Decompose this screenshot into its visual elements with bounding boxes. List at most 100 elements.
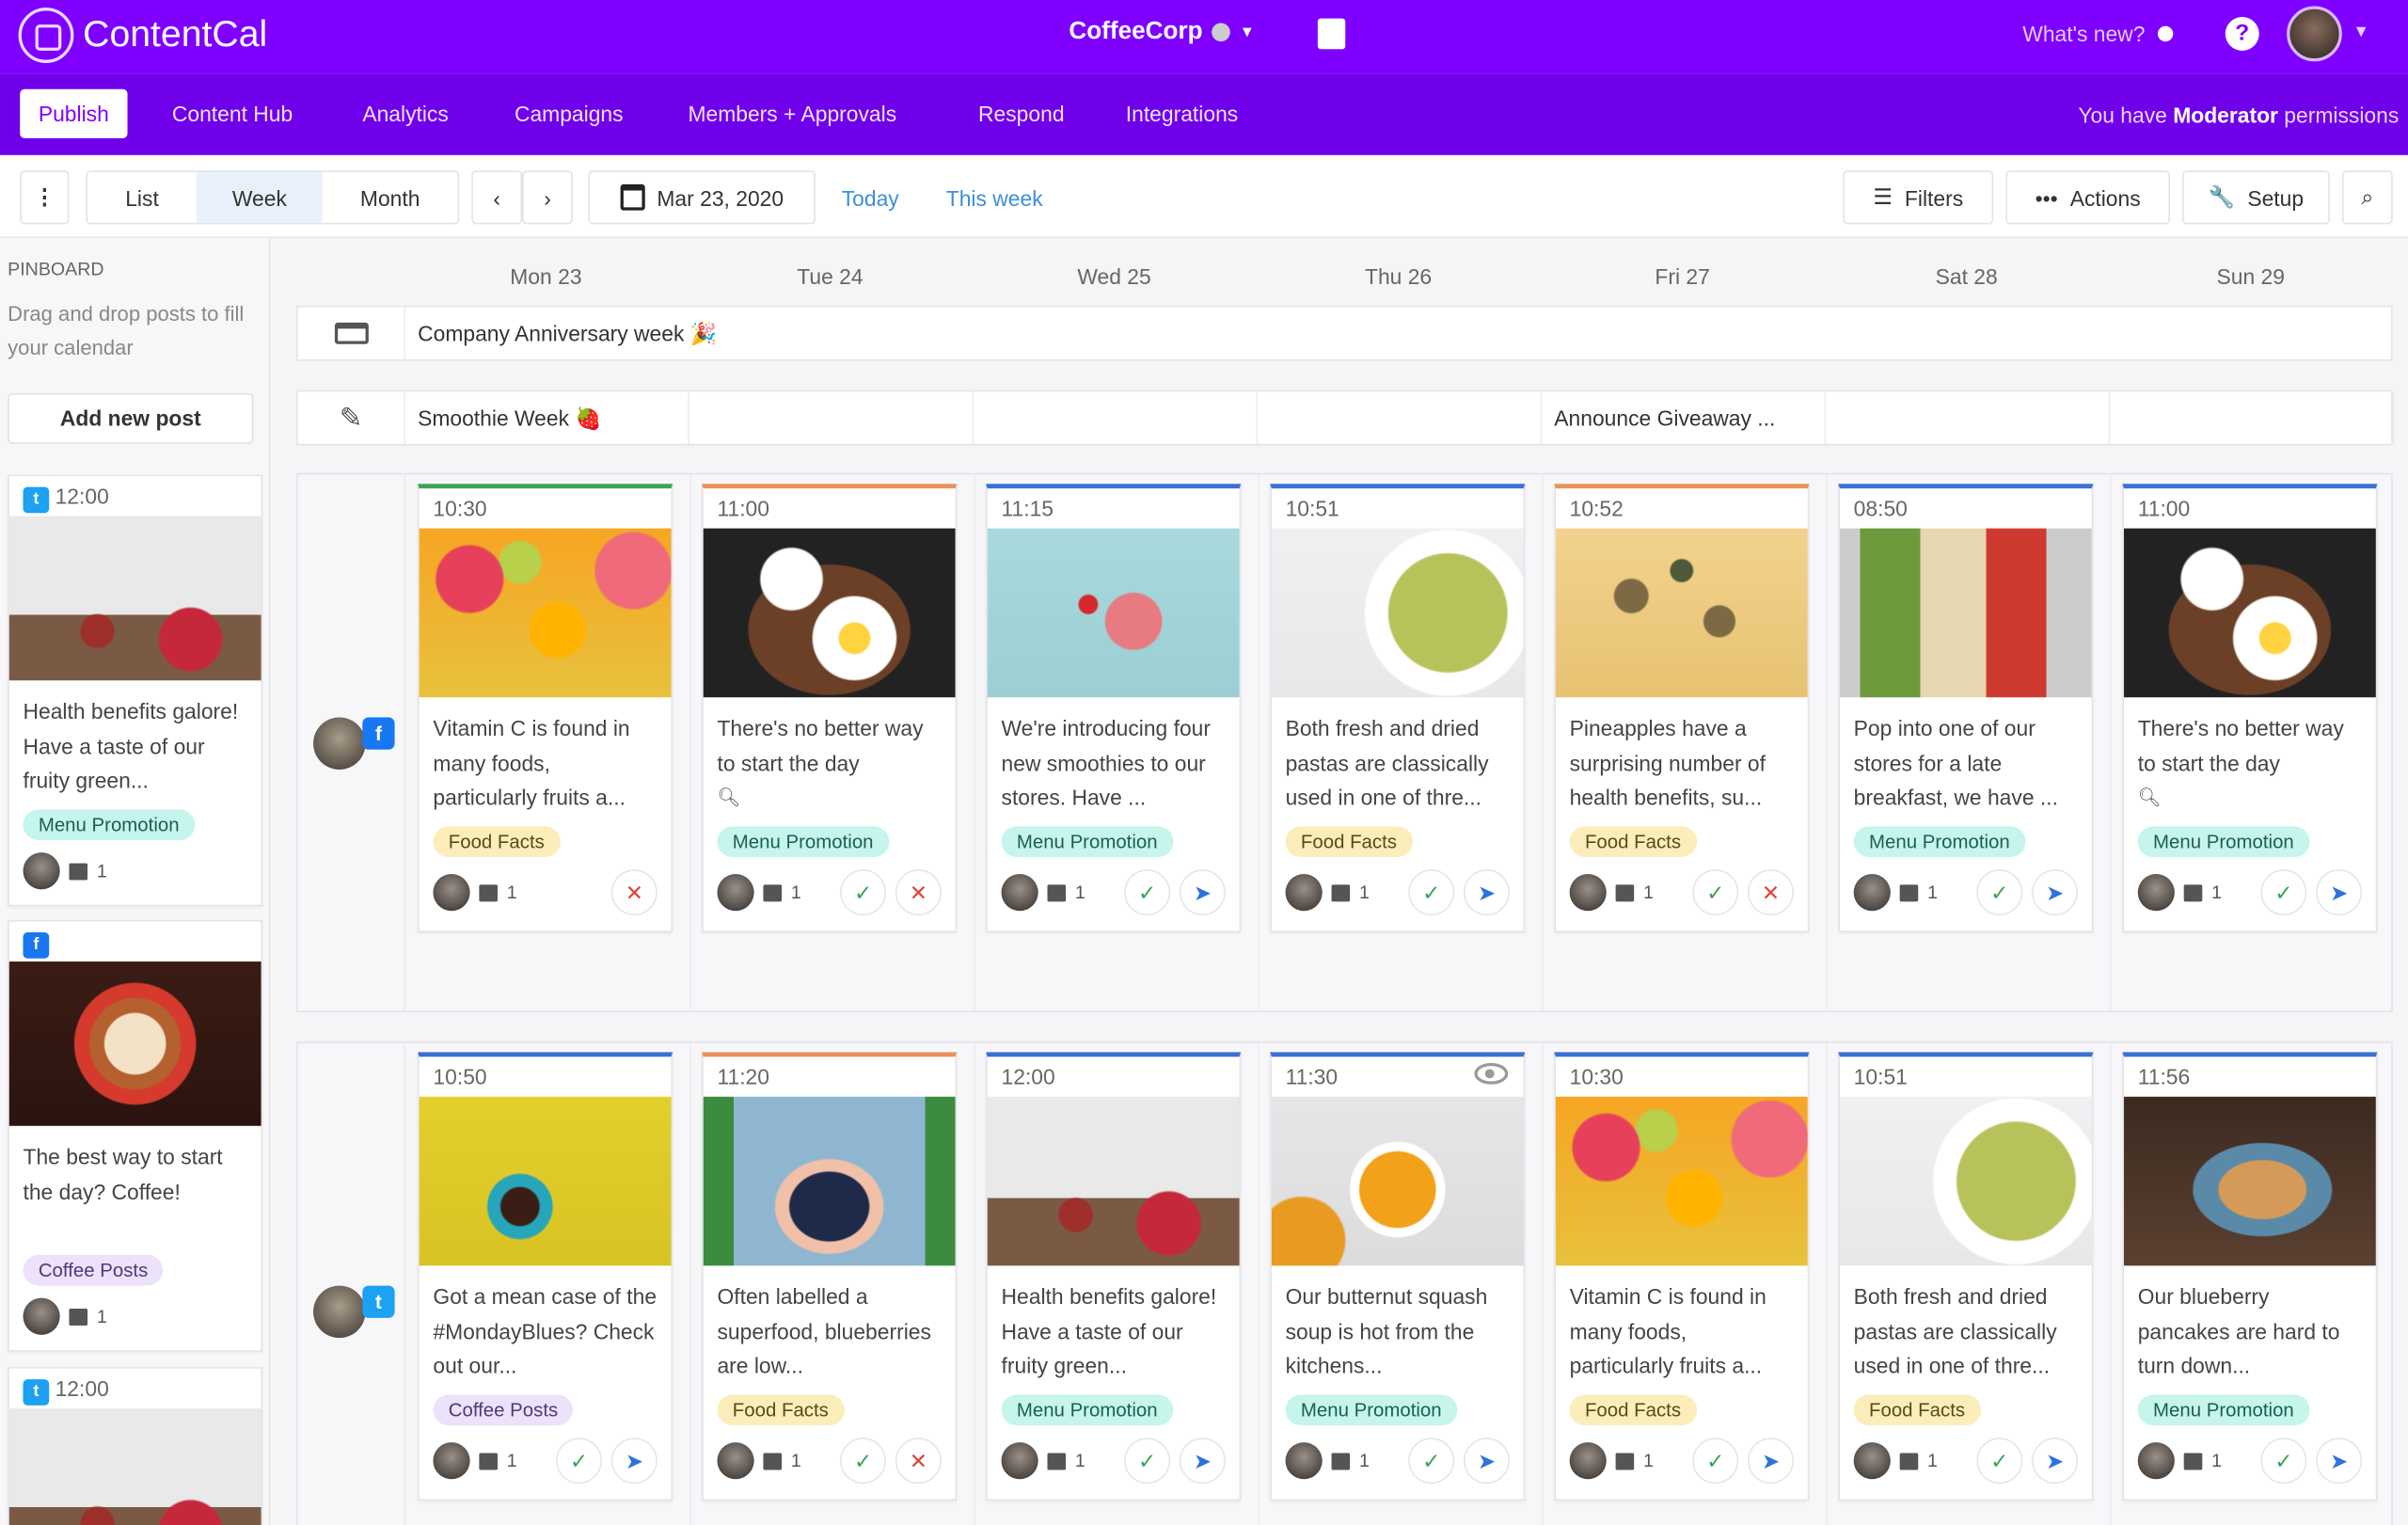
user-avatar[interactable]	[2287, 6, 2342, 62]
tag-badge[interactable]: Coffee Posts	[23, 1254, 164, 1286]
approve-button[interactable]: ✓	[556, 1438, 603, 1485]
approve-button[interactable]: ✓	[1976, 1438, 2023, 1485]
post-card[interactable]: 12:00 Health benefits galore! Have a tast…	[986, 1052, 1242, 1501]
reject-button[interactable]: ✕	[895, 869, 942, 916]
add-new-post-button[interactable]: Add new post	[8, 392, 254, 444]
tag-badge[interactable]: Food Facts	[717, 1394, 845, 1426]
post-card[interactable]: 11:20 Often labelled a superfood, blueber…	[702, 1052, 958, 1501]
date-picker[interactable]: Mar 23, 2020	[588, 170, 816, 225]
send-button[interactable]: ➤	[1748, 1438, 1794, 1485]
post-card[interactable]: 11:15 We're introducing four new smoothie…	[986, 484, 1242, 933]
eye-icon[interactable]	[1474, 1062, 1509, 1085]
logo[interactable]: ContentCal	[18, 8, 267, 63]
send-button[interactable]: ➤	[1463, 869, 1510, 916]
send-button[interactable]: ➤	[2032, 869, 2079, 916]
tag-badge[interactable]: Menu Promotion	[2137, 826, 2310, 858]
bookmark-icon[interactable]	[1317, 18, 1346, 50]
post-card[interactable]: 11:00 There's no better way to start the …	[702, 484, 958, 933]
author-avatar	[433, 1442, 470, 1480]
tab-content-hub[interactable]: Content Hub	[153, 89, 311, 138]
post-card[interactable]: 11:30 Our butternut squash soup is hot fr…	[1270, 1052, 1526, 1501]
event-company-anniversary[interactable]: Company Anniversary week 🎉	[405, 308, 2393, 360]
post-card[interactable]: 10:30 Vitamin C is found in many foods, p…	[418, 484, 673, 933]
campaign-cell[interactable]	[1826, 391, 2111, 444]
view-month[interactable]: Month	[322, 171, 458, 223]
campaign-cell[interactable]: Smoothie Week 🍓	[405, 391, 690, 444]
tag-badge[interactable]: Menu Promotion	[717, 826, 889, 858]
view-week[interactable]: Week	[196, 171, 323, 223]
approve-button[interactable]: ✓	[1124, 1438, 1171, 1485]
post-card[interactable]: 11:00 There's no better way to start the …	[2122, 484, 2378, 933]
tag-badge[interactable]: Menu Promotion	[1001, 1394, 1173, 1426]
prev-week-button[interactable]: ‹	[471, 170, 523, 225]
send-button[interactable]: ➤	[1179, 1438, 1226, 1485]
pencil-icon[interactable]: ✎	[298, 391, 406, 444]
post-card[interactable]: 10:50 Got a mean case of the #MondayBlues…	[418, 1052, 673, 1501]
search-icon[interactable]: ⌕	[2341, 170, 2393, 225]
view-list[interactable]: List	[87, 171, 197, 223]
tag-badge[interactable]: Food Facts	[1569, 1394, 1697, 1426]
pinboard-post[interactable]: f The best way to start the day? Coffee!…	[8, 919, 263, 1352]
send-button[interactable]: ➤	[1179, 869, 1226, 916]
campaign-cell[interactable]: Announce Giveaway ...	[1542, 391, 1827, 444]
setup-button[interactable]: 🔧 Setup	[2182, 170, 2330, 225]
pinboard-post[interactable]: t 12:00	[8, 1367, 263, 1525]
tab-campaigns[interactable]: Campaigns	[496, 89, 642, 138]
tag-badge[interactable]: Coffee Posts	[433, 1394, 574, 1426]
approve-button[interactable]: ✓	[2260, 1438, 2307, 1485]
send-button[interactable]: ➤	[2316, 869, 2363, 916]
approve-button[interactable]: ✓	[1408, 1438, 1455, 1485]
approve-button[interactable]: ✓	[1124, 869, 1171, 916]
reject-button[interactable]: ✕	[895, 1438, 942, 1485]
tag-badge[interactable]: Menu Promotion	[1001, 826, 1173, 858]
post-card[interactable]: 10:51 Both fresh and dried pastas are cla…	[1838, 1052, 2094, 1501]
campaign-cell[interactable]	[2110, 391, 2395, 444]
approve-button[interactable]: ✓	[1976, 869, 2023, 916]
reject-button[interactable]: ✕	[610, 869, 657, 916]
tag-badge[interactable]: Food Facts	[1853, 1394, 1981, 1426]
pinboard-post[interactable]: t 12:00 Health benefits galore! Have a ta…	[8, 474, 263, 907]
post-card[interactable]: 08:50 Pop into one of our stores for a la…	[1838, 484, 2094, 933]
help-icon[interactable]: ?	[2225, 16, 2259, 51]
post-card[interactable]: 10:51 Both fresh and dried pastas are cla…	[1270, 484, 1526, 933]
campaign-cell[interactable]	[974, 391, 1259, 444]
tag-badge[interactable]: Menu Promotion	[23, 809, 195, 841]
today-link[interactable]: Today	[842, 186, 899, 211]
approve-button[interactable]: ✓	[1408, 869, 1455, 916]
post-card[interactable]: 10:30 Vitamin C is found in many foods, p…	[1554, 1052, 1810, 1501]
tab-respond[interactable]: Respond	[959, 89, 1083, 138]
approve-button[interactable]: ✓	[840, 869, 887, 916]
tag-badge[interactable]: Food Facts	[1569, 826, 1697, 858]
approve-button[interactable]: ✓	[2260, 869, 2307, 916]
tag-badge[interactable]: Food Facts	[1285, 826, 1413, 858]
reject-button[interactable]: ✕	[1748, 869, 1794, 916]
tag-badge[interactable]: Menu Promotion	[1285, 1394, 1457, 1426]
send-button[interactable]: ➤	[1463, 1438, 1510, 1485]
chevron-down-icon[interactable]: ▼	[2353, 23, 2369, 41]
approve-button[interactable]: ✓	[1692, 1438, 1739, 1485]
post-card[interactable]: 10:52 Pineapples have a surprising number…	[1554, 484, 1810, 933]
tag-badge[interactable]: Menu Promotion	[2137, 1394, 2310, 1426]
this-week-link[interactable]: This week	[946, 186, 1043, 211]
tab-analytics[interactable]: Analytics	[344, 89, 467, 138]
campaign-cell[interactable]	[689, 391, 974, 444]
send-button[interactable]: ➤	[2316, 1438, 2363, 1485]
tag-badge[interactable]: Food Facts	[433, 826, 561, 858]
actions-button[interactable]: ••• Actions	[2005, 170, 2171, 225]
tag-badge[interactable]: Menu Promotion	[1853, 826, 2026, 858]
approve-button[interactable]: ✓	[1692, 869, 1739, 916]
next-week-button[interactable]: ›	[522, 170, 573, 225]
org-switcher[interactable]: CoffeeCorp ▼	[1069, 19, 1255, 46]
tab-integrations[interactable]: Integrations	[1107, 89, 1257, 138]
tab-publish[interactable]: Publish	[20, 88, 128, 138]
send-button[interactable]: ➤	[2032, 1438, 2079, 1485]
filters-button[interactable]: ☰ Filters	[1843, 170, 1994, 225]
approve-button[interactable]: ✓	[840, 1438, 887, 1485]
tab-members-approvals[interactable]: Members + Approvals	[670, 89, 915, 138]
send-button[interactable]: ➤	[610, 1438, 657, 1485]
more-vertical-icon[interactable]: ⋮	[20, 170, 70, 225]
post-card[interactable]: 11:56 Our blueberry pancakes are hard to …	[2122, 1052, 2378, 1501]
whats-new-link[interactable]: What's new?	[2022, 22, 2173, 46]
day-header: Tue 24	[797, 263, 863, 289]
campaign-cell[interactable]	[1258, 391, 1543, 444]
